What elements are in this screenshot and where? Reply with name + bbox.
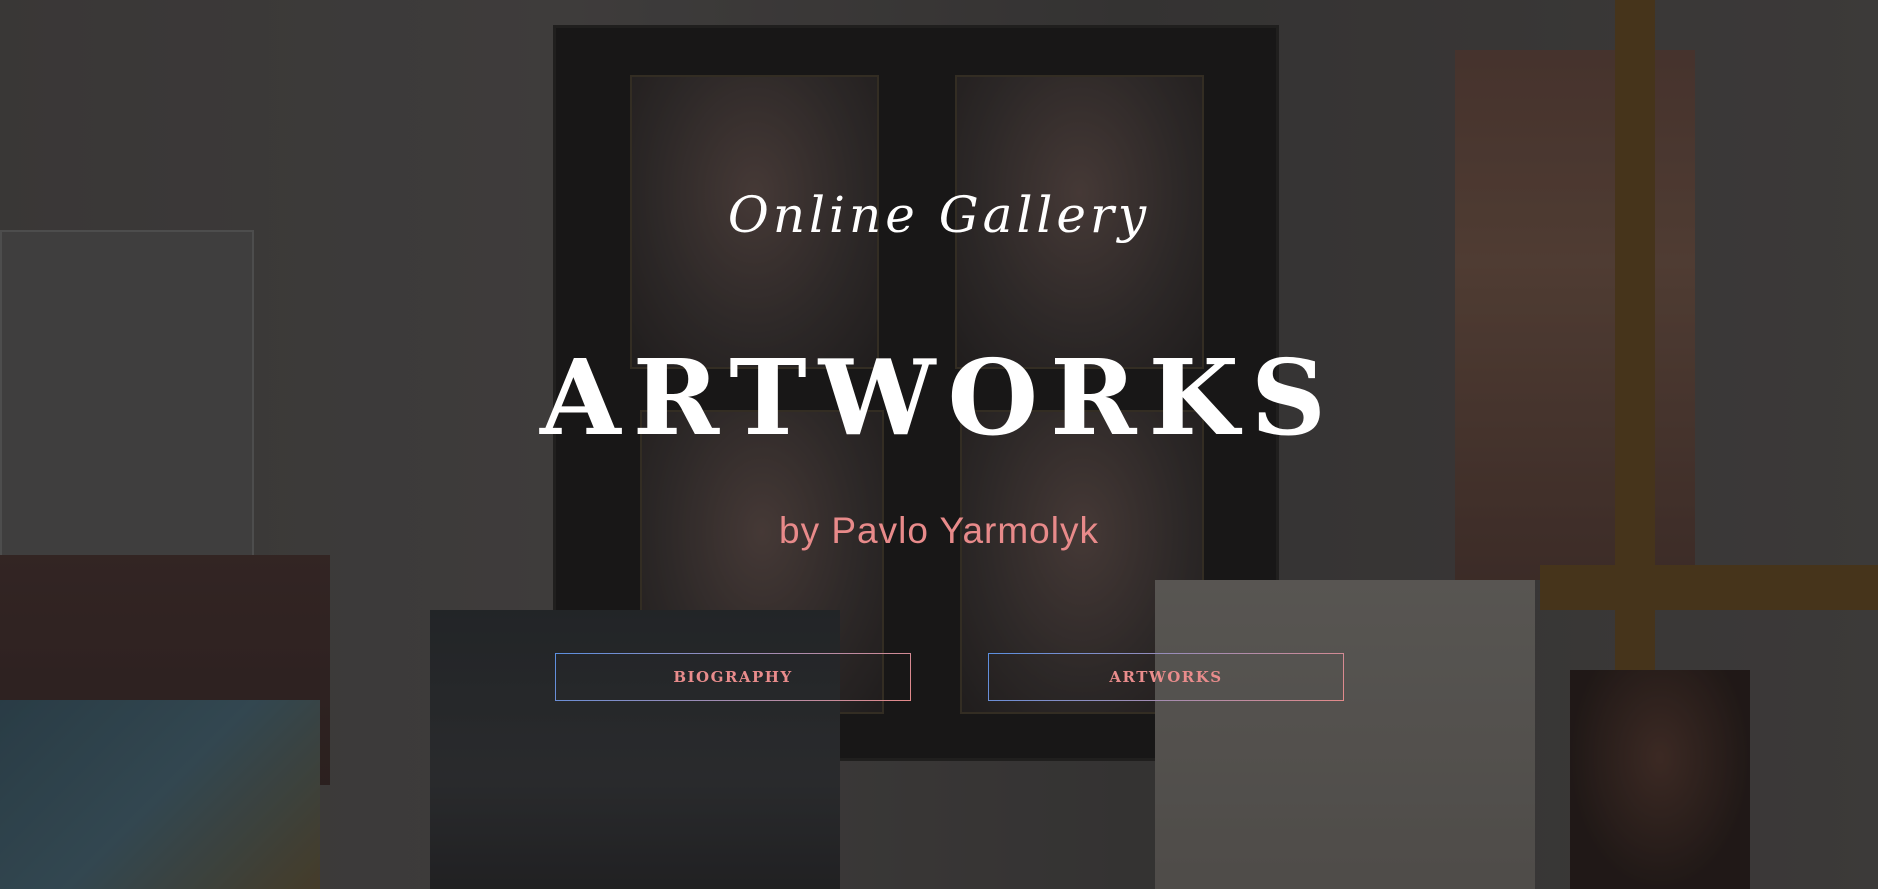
page-title: ARTWORKS — [540, 336, 1338, 459]
gallery-subtitle: Online Gallery — [727, 186, 1151, 244]
author-byline: by Pavlo Yarmolyk — [779, 510, 1099, 551]
hero-section: Online Gallery ARTWORKS by Pavlo Yarmoly… — [0, 0, 1878, 889]
artworks-button[interactable]: ARTWORKS — [988, 653, 1344, 701]
biography-button[interactable]: BIOGRAPHY — [555, 653, 911, 701]
hero-content: Online Gallery ARTWORKS by Pavlo Yarmoly… — [0, 0, 1878, 889]
